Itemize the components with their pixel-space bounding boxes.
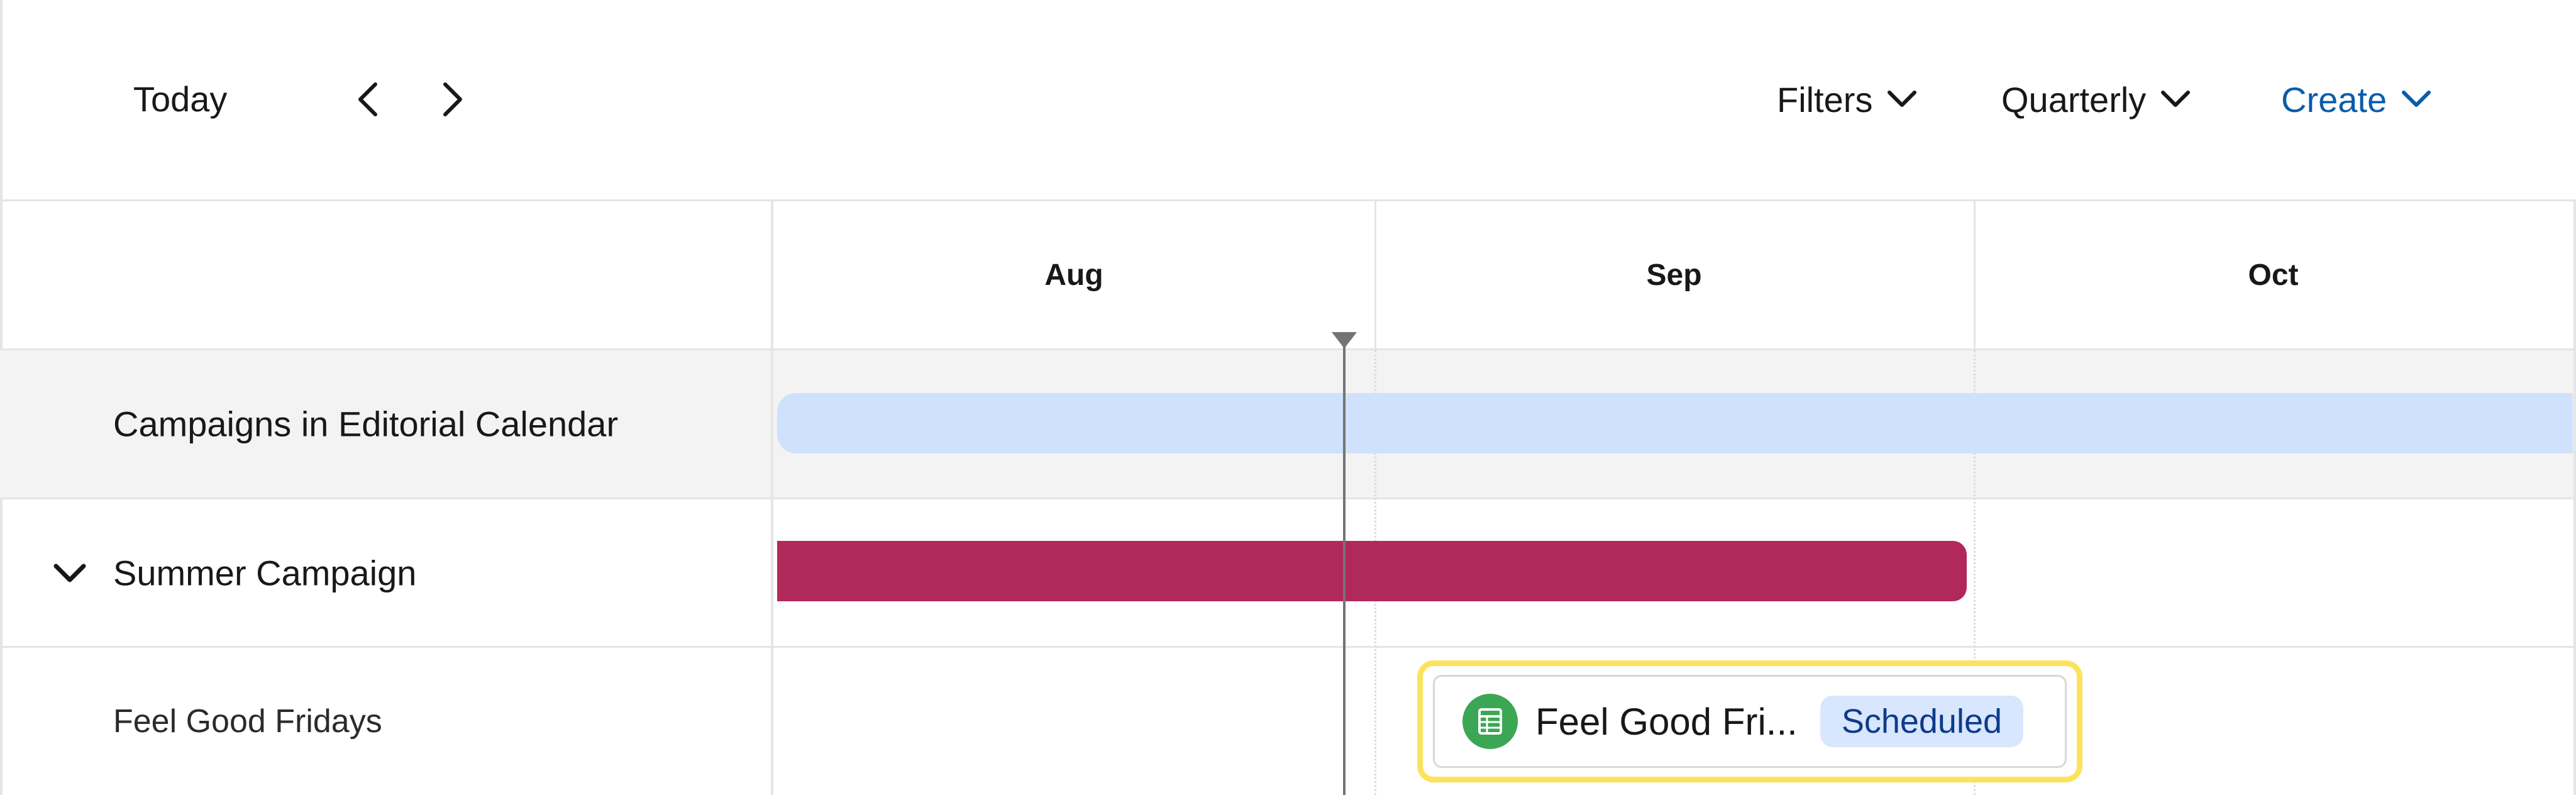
summer-campaign-bar[interactable] — [777, 541, 1967, 601]
timeline-header: Aug Sep Oct — [773, 201, 2576, 350]
row-labels-header — [0, 201, 771, 350]
feel-good-fridays-item-card[interactable]: Feel Good Fri... Scheduled — [1417, 660, 2082, 782]
status-badge: Scheduled — [1820, 696, 2024, 747]
view-range-dropdown[interactable]: Quarterly — [2001, 74, 2191, 125]
today-button[interactable]: Today — [133, 77, 227, 122]
today-marker-icon — [1332, 332, 1357, 348]
month-header-sep: Sep — [1646, 258, 1702, 292]
chevron-down-icon — [1888, 91, 1917, 107]
row-campaigns-in-editorial-calendar[interactable]: Campaigns in Editorial Calendar — [0, 350, 771, 499]
chevron-down-icon — [53, 564, 86, 582]
timeline-right-border — [2573, 201, 2576, 795]
month-divider — [1374, 201, 1376, 348]
create-dropdown[interactable]: Create — [2281, 74, 2432, 125]
next-period-button[interactable] — [428, 74, 478, 125]
create-label: Create — [2281, 79, 2387, 120]
row-label: Feel Good Fridays — [113, 703, 382, 740]
chevron-right-icon — [443, 82, 462, 116]
row-summer-campaign[interactable]: Summer Campaign — [0, 499, 771, 648]
row-label: Campaigns in Editorial Calendar — [113, 404, 619, 444]
row-label: Summer Campaign — [113, 553, 417, 592]
campaigns-calendar-bar[interactable] — [777, 393, 2573, 453]
toolbar: Today Filters Quarterly Create — [0, 0, 2576, 201]
previous-period-button[interactable] — [343, 74, 393, 125]
chevron-left-icon — [358, 82, 377, 116]
filters-label: Filters — [1777, 79, 1873, 120]
filters-dropdown[interactable]: Filters — [1777, 74, 1918, 125]
row-feel-good-fridays[interactable]: Feel Good Fridays — [0, 648, 771, 795]
item-title: Feel Good Fri... — [1535, 700, 1798, 743]
month-header-aug: Aug — [1044, 258, 1103, 292]
timeline-grid: Aug Sep Oct Feel Good Fri... Scheduled — [773, 201, 2576, 795]
month-divider — [1974, 201, 1976, 348]
collapse-toggle[interactable] — [49, 552, 91, 594]
item-card-content: Feel Good Fri... Scheduled — [1433, 675, 2067, 768]
today-indicator-line — [1343, 341, 1346, 795]
view-range-label: Quarterly — [2001, 79, 2147, 120]
row-labels-panel: Campaigns in Editorial Calendar Summer C… — [0, 201, 773, 795]
month-header-oct: Oct — [2248, 258, 2299, 292]
chevron-down-icon — [2161, 91, 2191, 107]
spreadsheet-icon — [1462, 694, 1518, 749]
chevron-down-icon — [2402, 91, 2431, 107]
